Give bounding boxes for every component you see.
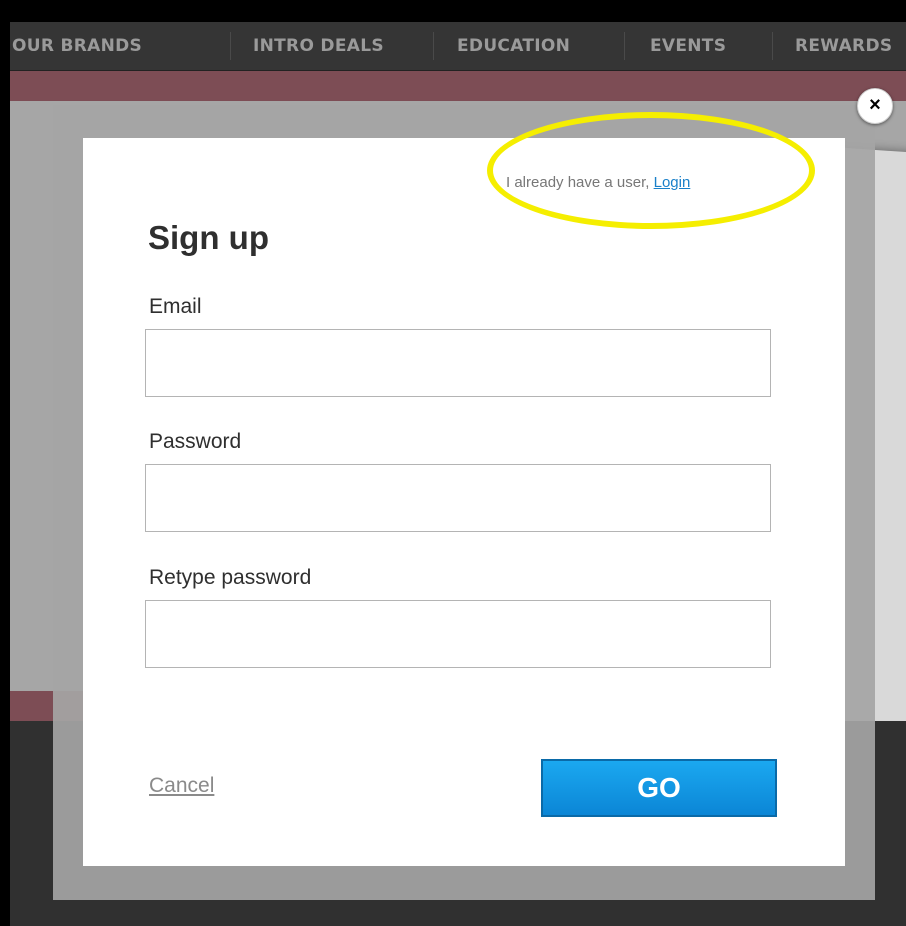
email-field[interactable] xyxy=(145,329,771,397)
main-navigation: OUR BRANDS INTRO DEALS EDUCATION EVENTS … xyxy=(10,22,906,71)
retype-password-field[interactable] xyxy=(145,600,771,668)
already-user-text: I already have a user, xyxy=(506,174,650,191)
page-title: Sign up xyxy=(148,219,269,256)
nav-item-intro-deals[interactable]: INTRO DEALS xyxy=(253,36,384,56)
nav-item-education[interactable]: EDUCATION xyxy=(457,36,570,56)
password-label: Password xyxy=(149,430,242,453)
nav-separator xyxy=(772,32,773,60)
cancel-link[interactable]: Cancel xyxy=(149,774,214,798)
nav-item-events[interactable]: EVENTS xyxy=(650,36,726,56)
go-button[interactable]: GO xyxy=(541,759,777,817)
login-link[interactable]: Login xyxy=(654,174,691,191)
password-field[interactable] xyxy=(145,464,771,532)
highlight-annotation xyxy=(487,112,815,229)
email-label: Email xyxy=(149,295,202,318)
nav-item-our-brands[interactable]: OUR BRANDS xyxy=(12,36,142,56)
already-user-row: I already have a user, Login xyxy=(506,174,690,191)
nav-separator xyxy=(433,32,434,60)
nav-item-rewards[interactable]: REWARDS xyxy=(795,36,892,56)
retype-password-label: Retype password xyxy=(149,566,312,589)
close-icon[interactable]: × xyxy=(857,88,893,124)
nav-separator xyxy=(230,32,231,60)
top-black-bar xyxy=(0,0,906,22)
nav-separator xyxy=(624,32,625,60)
